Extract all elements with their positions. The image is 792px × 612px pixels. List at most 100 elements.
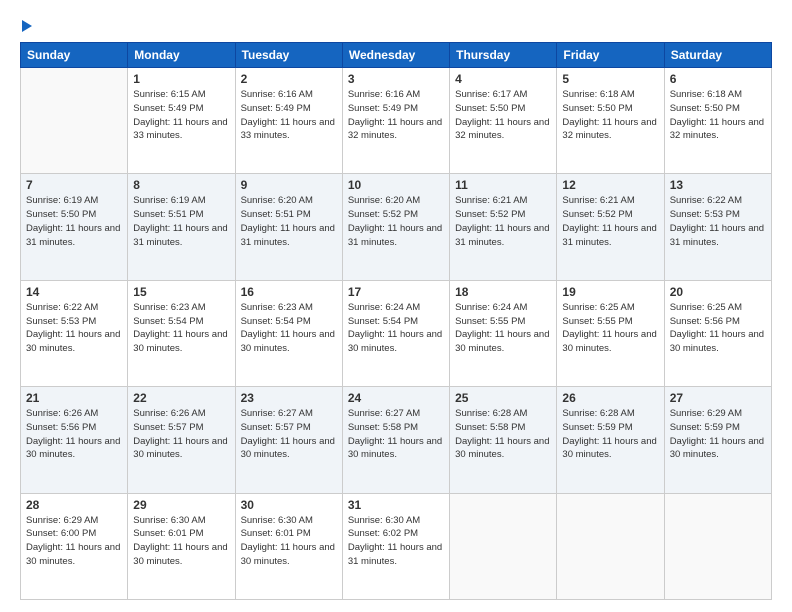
calendar-cell: 2 Sunrise: 6:16 AMSunset: 5:49 PMDaylight… [235, 68, 342, 174]
day-info: Sunrise: 6:21 AMSunset: 5:52 PMDaylight:… [455, 194, 551, 249]
day-number: 23 [241, 391, 337, 405]
day-info: Sunrise: 6:15 AMSunset: 5:49 PMDaylight:… [133, 88, 229, 143]
calendar-cell: 7 Sunrise: 6:19 AMSunset: 5:50 PMDaylight… [21, 174, 128, 280]
header [20, 18, 772, 32]
calendar-cell: 5 Sunrise: 6:18 AMSunset: 5:50 PMDaylight… [557, 68, 664, 174]
calendar-cell: 14 Sunrise: 6:22 AMSunset: 5:53 PMDayligh… [21, 280, 128, 386]
calendar-week-3: 14 Sunrise: 6:22 AMSunset: 5:53 PMDayligh… [21, 280, 772, 386]
calendar-cell: 25 Sunrise: 6:28 AMSunset: 5:58 PMDayligh… [450, 387, 557, 493]
day-info: Sunrise: 6:30 AMSunset: 6:01 PMDaylight:… [241, 514, 337, 569]
day-info: Sunrise: 6:18 AMSunset: 5:50 PMDaylight:… [670, 88, 766, 143]
calendar-header-tuesday: Tuesday [235, 43, 342, 68]
calendar-cell [664, 493, 771, 599]
calendar-cell [21, 68, 128, 174]
calendar-cell: 10 Sunrise: 6:20 AMSunset: 5:52 PMDayligh… [342, 174, 449, 280]
day-info: Sunrise: 6:27 AMSunset: 5:58 PMDaylight:… [348, 407, 444, 462]
day-info: Sunrise: 6:21 AMSunset: 5:52 PMDaylight:… [562, 194, 658, 249]
day-number: 28 [26, 498, 122, 512]
day-number: 1 [133, 72, 229, 86]
day-number: 13 [670, 178, 766, 192]
calendar-cell: 3 Sunrise: 6:16 AMSunset: 5:49 PMDaylight… [342, 68, 449, 174]
calendar-cell: 31Sunrise: 6:30 AMSunset: 6:02 PMDayligh… [342, 493, 449, 599]
day-info: Sunrise: 6:26 AMSunset: 5:57 PMDaylight:… [133, 407, 229, 462]
calendar-cell: 17 Sunrise: 6:24 AMSunset: 5:54 PMDayligh… [342, 280, 449, 386]
day-info: Sunrise: 6:28 AMSunset: 5:58 PMDaylight:… [455, 407, 551, 462]
calendar-cell: 13Sunrise: 6:22 AMSunset: 5:53 PMDayligh… [664, 174, 771, 280]
day-info: Sunrise: 6:22 AMSunset: 5:53 PMDaylight:… [26, 301, 122, 356]
calendar-table: SundayMondayTuesdayWednesdayThursdayFrid… [20, 42, 772, 600]
day-info: Sunrise: 6:19 AMSunset: 5:51 PMDaylight:… [133, 194, 229, 249]
day-info: Sunrise: 6:20 AMSunset: 5:52 PMDaylight:… [348, 194, 444, 249]
day-number: 3 [348, 72, 444, 86]
day-number: 27 [670, 391, 766, 405]
calendar-cell: 15 Sunrise: 6:23 AMSunset: 5:54 PMDayligh… [128, 280, 235, 386]
day-number: 15 [133, 285, 229, 299]
day-number: 20 [670, 285, 766, 299]
day-info: Sunrise: 6:25 AMSunset: 5:56 PMDaylight:… [670, 301, 766, 356]
calendar-header-saturday: Saturday [664, 43, 771, 68]
day-info: Sunrise: 6:23 AMSunset: 5:54 PMDaylight:… [133, 301, 229, 356]
day-info: Sunrise: 6:25 AMSunset: 5:55 PMDaylight:… [562, 301, 658, 356]
logo-arrow-icon [22, 20, 32, 32]
calendar-header-sunday: Sunday [21, 43, 128, 68]
day-info: Sunrise: 6:18 AMSunset: 5:50 PMDaylight:… [562, 88, 658, 143]
calendar-header-thursday: Thursday [450, 43, 557, 68]
calendar-cell: 24 Sunrise: 6:27 AMSunset: 5:58 PMDayligh… [342, 387, 449, 493]
calendar-cell: 9 Sunrise: 6:20 AMSunset: 5:51 PMDaylight… [235, 174, 342, 280]
day-number: 16 [241, 285, 337, 299]
day-info: Sunrise: 6:29 AMSunset: 6:00 PMDaylight:… [26, 514, 122, 569]
calendar-cell [450, 493, 557, 599]
calendar-cell: 23Sunrise: 6:27 AMSunset: 5:57 PMDayligh… [235, 387, 342, 493]
day-number: 21 [26, 391, 122, 405]
day-number: 2 [241, 72, 337, 86]
day-info: Sunrise: 6:24 AMSunset: 5:55 PMDaylight:… [455, 301, 551, 356]
calendar-cell: 16 Sunrise: 6:23 AMSunset: 5:54 PMDayligh… [235, 280, 342, 386]
day-number: 25 [455, 391, 551, 405]
calendar-header-row: SundayMondayTuesdayWednesdayThursdayFrid… [21, 43, 772, 68]
day-number: 30 [241, 498, 337, 512]
calendar-header-friday: Friday [557, 43, 664, 68]
day-number: 29 [133, 498, 229, 512]
page: SundayMondayTuesdayWednesdayThursdayFrid… [0, 0, 792, 612]
day-info: Sunrise: 6:20 AMSunset: 5:51 PMDaylight:… [241, 194, 337, 249]
day-info: Sunrise: 6:16 AMSunset: 5:49 PMDaylight:… [241, 88, 337, 143]
day-number: 26 [562, 391, 658, 405]
calendar-week-1: 1 Sunrise: 6:15 AMSunset: 5:49 PMDaylight… [21, 68, 772, 174]
day-number: 9 [241, 178, 337, 192]
day-number: 10 [348, 178, 444, 192]
day-number: 14 [26, 285, 122, 299]
calendar-cell: 4Sunrise: 6:17 AMSunset: 5:50 PMDaylight… [450, 68, 557, 174]
calendar-week-4: 21 Sunrise: 6:26 AMSunset: 5:56 PMDayligh… [21, 387, 772, 493]
calendar-cell: 21 Sunrise: 6:26 AMSunset: 5:56 PMDayligh… [21, 387, 128, 493]
calendar-cell: 27 Sunrise: 6:29 AMSunset: 5:59 PMDayligh… [664, 387, 771, 493]
day-number: 17 [348, 285, 444, 299]
calendar-cell: 12 Sunrise: 6:21 AMSunset: 5:52 PMDayligh… [557, 174, 664, 280]
day-info: Sunrise: 6:26 AMSunset: 5:56 PMDaylight:… [26, 407, 122, 462]
day-info: Sunrise: 6:29 AMSunset: 5:59 PMDaylight:… [670, 407, 766, 462]
day-number: 6 [670, 72, 766, 86]
day-info: Sunrise: 6:30 AMSunset: 6:02 PMDaylight:… [348, 514, 444, 569]
calendar-cell: 26Sunrise: 6:28 AMSunset: 5:59 PMDayligh… [557, 387, 664, 493]
day-number: 4 [455, 72, 551, 86]
day-info: Sunrise: 6:16 AMSunset: 5:49 PMDaylight:… [348, 88, 444, 143]
calendar-cell: 30 Sunrise: 6:30 AMSunset: 6:01 PMDayligh… [235, 493, 342, 599]
calendar-week-2: 7 Sunrise: 6:19 AMSunset: 5:50 PMDaylight… [21, 174, 772, 280]
day-number: 24 [348, 391, 444, 405]
day-info: Sunrise: 6:23 AMSunset: 5:54 PMDaylight:… [241, 301, 337, 356]
day-info: Sunrise: 6:19 AMSunset: 5:50 PMDaylight:… [26, 194, 122, 249]
calendar-cell: 29Sunrise: 6:30 AMSunset: 6:01 PMDayligh… [128, 493, 235, 599]
calendar-cell: 1 Sunrise: 6:15 AMSunset: 5:49 PMDaylight… [128, 68, 235, 174]
day-number: 5 [562, 72, 658, 86]
day-number: 7 [26, 178, 122, 192]
calendar-cell: 18 Sunrise: 6:24 AMSunset: 5:55 PMDayligh… [450, 280, 557, 386]
calendar-cell: 8 Sunrise: 6:19 AMSunset: 5:51 PMDaylight… [128, 174, 235, 280]
calendar-week-5: 28 Sunrise: 6:29 AMSunset: 6:00 PMDayligh… [21, 493, 772, 599]
day-info: Sunrise: 6:24 AMSunset: 5:54 PMDaylight:… [348, 301, 444, 356]
day-number: 18 [455, 285, 551, 299]
day-number: 8 [133, 178, 229, 192]
calendar-header-wednesday: Wednesday [342, 43, 449, 68]
logo [20, 18, 32, 32]
day-number: 22 [133, 391, 229, 405]
calendar-cell: 28 Sunrise: 6:29 AMSunset: 6:00 PMDayligh… [21, 493, 128, 599]
day-number: 12 [562, 178, 658, 192]
